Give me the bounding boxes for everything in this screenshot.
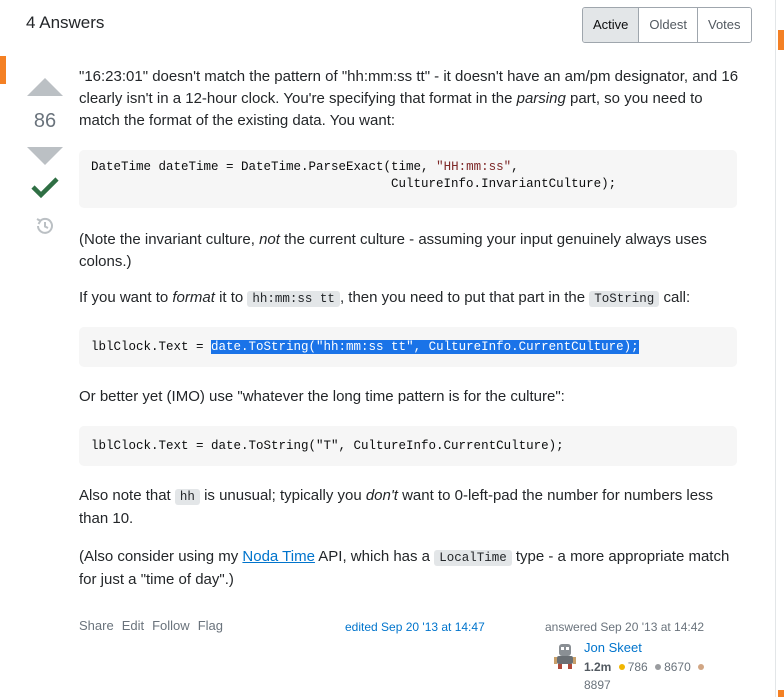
accent-edge-left [0,56,6,84]
flag-link[interactable]: Flag [198,618,223,633]
code-text: DateTime dateTime = DateTime.ParseExact(… [91,160,437,174]
accepted-checkmark-icon [30,175,60,199]
answer-paragraph-6: (Also consider using my Noda Time API, w… [79,546,739,591]
sort-tabs: Active Oldest Votes [582,7,752,43]
inline-code: LocalTime [434,550,512,566]
code-lines: lblClock.Text = date.ToString("T", Cultu… [91,439,564,453]
answer-paragraph-5: Also note that hh is unusual; typically … [79,485,739,530]
accent-edge-right [778,30,784,50]
answer-paragraph-1: "16:23:01" doesn't match the pattern of … [79,66,739,132]
edit-link[interactable]: Edit [122,618,144,633]
emphasis: not [259,231,280,248]
answered-timestamp: answered Sep 20 '13 at 14:42 [545,620,705,634]
user-stats: 1.2m 786 8670 8897 [584,658,724,694]
emphasis: don't [365,487,398,504]
user-name-link[interactable]: Jon Skeet [584,640,642,655]
text: is unusual; typically you [199,487,366,504]
answer-paragraph-4: Or better yet (IMO) use "whatever the lo… [79,388,565,405]
inline-code: hh:mm:ss tt [247,291,340,307]
code-text: CultureInfo.InvariantCulture); [91,177,617,191]
accent-edge-right-bottom [778,690,784,697]
answer-paragraph-3: If you want to format it to hh:mm:ss tt,… [79,287,739,310]
code-text: lblClock.Text = [91,340,212,354]
text: If you want to [79,289,173,306]
text: (Note the invariant culture, [79,231,260,248]
sort-tab-oldest[interactable]: Oldest [638,8,697,42]
selected-code-text[interactable]: date.ToString("hh:mm:ss tt", CultureInfo… [211,340,639,354]
text: Also note that [79,487,175,504]
downvote-arrow-icon[interactable] [27,147,63,165]
bronze-badge-icon [698,664,705,671]
code-lines: lblClock.Text = date.ToString("hh:mm:ss … [91,339,639,356]
follow-link[interactable]: Follow [152,618,190,633]
history-icon[interactable] [34,215,56,237]
emphasis: format [172,289,215,306]
scroll-track [775,0,776,697]
post-menu: Share Edit Follow Flag [79,618,223,633]
answer-paragraph-2: (Note the invariant culture, not the cur… [79,229,739,273]
code-string: "HH:mm:ss" [436,160,512,174]
noda-time-link[interactable]: Noda Time [242,548,315,565]
upvote-arrow-icon[interactable] [27,78,63,96]
avatar[interactable] [553,642,577,670]
code-lines: DateTime dateTime = DateTime.ParseExact(… [91,159,616,193]
reputation: 1.2m [584,660,612,674]
text: call: [659,289,691,306]
code-block-parse: DateTime dateTime = DateTime.ParseExact(… [79,150,737,208]
code-text: , [511,160,519,174]
inline-code: ToString [589,291,660,307]
text: (Also consider using my [79,548,243,565]
answers-count-heading: 4 Answers [26,13,105,32]
emphasis: parsing [516,90,566,107]
gold-badge-count: 786 [627,660,648,674]
text: , then you need to put that part in the [339,289,590,306]
inline-code: hh [174,489,200,505]
sort-tab-votes[interactable]: Votes [696,8,751,42]
share-link[interactable]: Share [79,618,114,633]
sort-tab-active[interactable]: Active [583,8,639,42]
gold-badge-icon [618,664,625,671]
vote-cell: 86 [26,72,64,237]
text: it to [214,289,248,306]
silver-badge-icon [655,664,662,671]
bronze-badge-count: 8897 [584,678,611,692]
edited-timestamp-link[interactable]: edited Sep 20 '13 at 14:47 [345,620,485,634]
code-block-tostring: lblClock.Text = date.ToString("hh:mm:ss … [79,327,737,367]
code-block-long-time: lblClock.Text = date.ToString("T", Cultu… [79,426,737,466]
silver-badge-count: 8670 [664,660,691,674]
vote-count: 86 [33,110,57,132]
text: API, which has a [314,548,435,565]
